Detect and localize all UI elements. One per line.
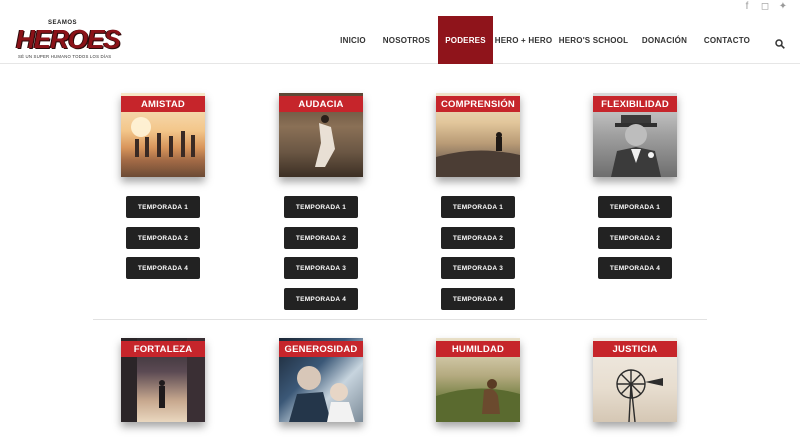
- nav-item-contacto[interactable]: CONTACTO: [696, 16, 758, 64]
- season-button[interactable]: TEMPORADA 4: [441, 288, 515, 310]
- power-card-fortaleza[interactable]: FORTALEZA: [121, 338, 205, 422]
- card-label: JUSTICIA: [593, 341, 677, 357]
- power-card-audacia[interactable]: AUDACIA: [279, 93, 363, 177]
- nav-item-heros-school[interactable]: HERO'S SCHOOL: [554, 16, 633, 64]
- section-divider: [93, 319, 707, 320]
- nav-item-inicio[interactable]: INICIO: [331, 16, 375, 64]
- season-button[interactable]: TEMPORADA 4: [284, 288, 358, 310]
- season-button[interactable]: TEMPORADA 2: [441, 227, 515, 249]
- season-button[interactable]: TEMPORADA 2: [284, 227, 358, 249]
- nav-item-nosotros[interactable]: NOSOTROS: [375, 16, 438, 64]
- card-label: GENEROSIDAD: [279, 341, 363, 357]
- twitter-icon[interactable]: ✦: [778, 2, 788, 12]
- nav-item-poderes[interactable]: PODERES: [438, 16, 493, 64]
- card-label: AMISTAD: [121, 96, 205, 112]
- power-card-humildad[interactable]: HUMILDAD: [436, 338, 520, 422]
- card-label: HUMILDAD: [436, 341, 520, 357]
- facebook-icon[interactable]: f: [742, 2, 752, 12]
- main-nav: INICIO NOSOTROS PODERES HERO + HERO HERO…: [331, 16, 758, 64]
- logo-main-text: HEROES: [16, 24, 121, 54]
- season-button[interactable]: TEMPORADA 3: [284, 257, 358, 279]
- power-card-justicia[interactable]: JUSTICIA: [593, 338, 677, 422]
- season-button[interactable]: TEMPORADA 1: [598, 196, 672, 218]
- power-card-amistad[interactable]: AMISTAD: [121, 93, 205, 177]
- season-button[interactable]: TEMPORADA 4: [126, 257, 200, 279]
- site-logo[interactable]: SEAMOS HEROES SÉ UN SUPER HUMANO TODOS L…: [16, 20, 121, 62]
- card-label: AUDACIA: [279, 96, 363, 112]
- season-button[interactable]: TEMPORADA 2: [598, 227, 672, 249]
- card-label: COMPRENSIÓN: [436, 96, 520, 112]
- power-card-generosidad[interactable]: GENEROSIDAD: [279, 338, 363, 422]
- nav-item-donacion[interactable]: DONACIÓN: [633, 16, 696, 64]
- season-button[interactable]: TEMPORADA 1: [126, 196, 200, 218]
- social-links: f ◻ ✦: [742, 2, 788, 12]
- card-label: FLEXIBILIDAD: [593, 96, 677, 112]
- season-button[interactable]: TEMPORADA 1: [441, 196, 515, 218]
- search-icon[interactable]: [775, 36, 785, 49]
- season-button[interactable]: TEMPORADA 1: [284, 196, 358, 218]
- season-button[interactable]: TEMPORADA 3: [441, 257, 515, 279]
- nav-item-hero-hero[interactable]: HERO + HERO: [493, 16, 554, 64]
- power-card-flexibilidad[interactable]: FLEXIBILIDAD: [593, 93, 677, 177]
- power-card-comprension[interactable]: COMPRENSIÓN: [436, 93, 520, 177]
- logo-tagline: SÉ UN SUPER HUMANO TODOS LOS DÍAS: [18, 54, 112, 59]
- season-button[interactable]: TEMPORADA 4: [598, 257, 672, 279]
- instagram-icon[interactable]: ◻: [760, 2, 770, 12]
- card-label: FORTALEZA: [121, 341, 205, 357]
- season-button[interactable]: TEMPORADA 2: [126, 227, 200, 249]
- site-header: f ◻ ✦ SEAMOS HEROES SÉ UN SUPER HUMANO T…: [0, 0, 800, 64]
